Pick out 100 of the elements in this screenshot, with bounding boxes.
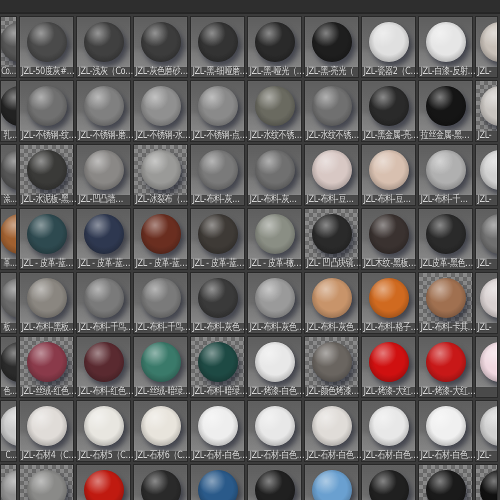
material-name: JZL-黑金属-亮… xyxy=(362,131,418,141)
material-tile[interactable]: JZL - 皮革-蓝… xyxy=(76,208,131,270)
material-tile[interactable]: JZL-不锈钢-磨… xyxy=(76,80,131,142)
material-tile[interactable]: 乳… xyxy=(0,80,17,142)
material-tile[interactable]: JZL- xyxy=(475,80,498,142)
material-name: JZL-石材6（C… xyxy=(134,451,190,461)
material-tile[interactable]: JZL-石材-白色… xyxy=(247,400,302,462)
material-tile[interactable]: JZL-黑-哑光（… xyxy=(247,16,302,78)
material-tile[interactable]: JZL-不锈钢-点… xyxy=(190,80,245,142)
material-tile[interactable]: Co… xyxy=(0,16,17,78)
material-name: JZL-布料-卡其… xyxy=(419,323,476,333)
material-tile[interactable]: JZL- xyxy=(475,144,498,206)
material-tile[interactable]: JZL-不锈钢-纹… xyxy=(19,80,74,142)
material-tile[interactable]: JZL-布料-暗绿… xyxy=(190,336,245,398)
material-tile[interactable]: JZL-石材-白色… xyxy=(190,400,245,462)
material-tile[interactable]: JZL-烤漆-大红… xyxy=(361,336,416,398)
material-tile[interactable]: JZL-黑金属-亮… xyxy=(361,80,416,142)
material-name: JZL- xyxy=(476,451,492,461)
material-tile[interactable]: JZL-布料-灰… xyxy=(190,144,245,206)
material-tile[interactable]: JZL-石材-白色… xyxy=(418,400,473,462)
material-tile[interactable]: JZL-丝绒-红色… xyxy=(19,336,74,398)
material-tile[interactable]: JZL-布料-灰… xyxy=(247,144,302,206)
material-name: JZL-石材-白色… xyxy=(191,451,248,461)
material-tile[interactable]: JZL-白漆-反射… xyxy=(418,16,473,78)
material-tile[interactable]: JZL-石材-白色… xyxy=(304,400,359,462)
material-tile[interactable]: JZL - 皮革-蓝… xyxy=(190,208,245,270)
material-tile[interactable]: JZL- xyxy=(475,400,498,462)
material-tile[interactable]: JZL-颜色烤漆… xyxy=(304,336,359,398)
material-name: JZL-石材-白色… xyxy=(248,451,304,461)
material-name: JZL-水泥板-黑… xyxy=(20,195,76,205)
material-tile[interactable]: JZL-烤漆-大红… xyxy=(418,336,473,398)
material-tile[interactable]: JZL-石材-白色… xyxy=(361,400,416,462)
material-name: JZL-石材-白色… xyxy=(362,451,418,461)
material-tile[interactable]: JZL-布料-红色… xyxy=(76,336,131,398)
material-tile[interactable]: JZL-布料-黑板… xyxy=(19,272,74,334)
material-tile[interactable]: JZL-水纹不锈… xyxy=(304,80,359,142)
material-tile[interactable]: JZL-布料-灰色… xyxy=(247,272,302,334)
material-tile[interactable]: JZL-布料-千鸟… xyxy=(133,272,188,334)
material-tile[interactable]: JZL-冰裂布（… xyxy=(133,144,188,206)
material-name: JZL-布料-灰色… xyxy=(248,323,304,333)
material-name: JZL-布料-千鸟… xyxy=(134,323,190,333)
material-name: JZL-白漆-反射… xyxy=(419,67,476,77)
material-tile[interactable]: JZL木纹-黑板… xyxy=(361,208,416,270)
material-name: JZL-凹凸墙… xyxy=(77,195,124,205)
material-name: JZL - 皮革-橄… xyxy=(248,259,302,269)
material-tile[interactable]: JZL-布料-豆… xyxy=(304,144,359,206)
material-name: JZL-布料-灰色… xyxy=(191,323,248,333)
material-tile[interactable]: JZL-布料-豆… xyxy=(361,144,416,206)
material-name: JZL-石材-白色… xyxy=(419,451,476,461)
material-name: JZL-丝绒-暗绿… xyxy=(134,387,190,397)
material-name: JZL-不锈钢-水… xyxy=(134,131,190,141)
material-tile[interactable]: JZL-黑-细哑磨… xyxy=(190,16,245,78)
material-tile[interactable]: JZL-水纹不锈… xyxy=(247,80,302,142)
material-tile[interactable]: JZL-烤漆-白色… xyxy=(247,336,302,398)
material-tile[interactable]: JZL - 皮革-蓝… xyxy=(19,208,74,270)
material-tile[interactable]: JZL- xyxy=(475,16,498,78)
material-tile[interactable]: JZL- xyxy=(475,272,498,334)
material-tile[interactable]: JZL - 皮革-橄… xyxy=(247,208,302,270)
material-tile[interactable]: JZL-凹凸墙… xyxy=(76,144,131,206)
material-tile[interactable]: JZL-黑-亮光（ xyxy=(304,16,359,78)
material-name: JZL- xyxy=(476,259,492,269)
material-tile[interactable]: JZL-不锈钢-水… xyxy=(133,80,188,142)
material-name: Co… xyxy=(2,67,16,77)
material-tile[interactable]: JZL-浅灰（Co… xyxy=(76,16,131,78)
material-tile[interactable]: JZL-布料-灰色… xyxy=(304,272,359,334)
material-name: 乳… xyxy=(3,131,16,141)
material-name: JZL皮革-黑色… xyxy=(419,259,473,269)
material-tile[interactable]: JZL-布料-千鸟… xyxy=(76,272,131,334)
material-tile[interactable]: JZL-布料-格子… xyxy=(361,272,416,334)
material-tile[interactable]: JZL-布料-千… xyxy=(418,144,473,206)
material-tile[interactable]: JZL-石材5（C… xyxy=(76,400,131,462)
material-name: JZL-石材-白色… xyxy=(305,451,362,461)
material-tile[interactable]: 革… xyxy=(0,208,17,270)
material-tile[interactable]: JZL-布料-灰色… xyxy=(190,272,245,334)
material-name: JZL-水纹不锈… xyxy=(248,131,302,141)
material-tile[interactable] xyxy=(475,336,498,398)
material-name: JZL - 皮革-蓝… xyxy=(134,259,188,269)
material-tile[interactable]: C… xyxy=(0,400,17,462)
material-tile[interactable]: 涂… xyxy=(0,144,17,206)
material-tile[interactable]: JZL-灰色磨砂… xyxy=(133,16,188,78)
material-tile[interactable]: 色… xyxy=(0,336,17,398)
material-tile[interactable]: JZL-石材6（C… xyxy=(133,400,188,462)
material-tile[interactable]: JZL- xyxy=(475,208,498,270)
material-tile[interactable]: JZL - 皮革-蓝… xyxy=(133,208,188,270)
material-name: JZL-50度灰#… xyxy=(20,67,74,77)
material-tile[interactable]: 板… xyxy=(0,272,17,334)
material-tile[interactable]: JZL皮革-黑色… xyxy=(418,208,473,270)
material-name: JZL-烤漆-白色… xyxy=(248,387,304,397)
material-name: JZL- xyxy=(476,131,492,141)
material-tile[interactable]: JZL-石材4（C… xyxy=(19,400,74,462)
material-name: 革… xyxy=(3,259,16,269)
material-name: JZL-丝绒-红色… xyxy=(20,387,76,397)
material-tile[interactable]: 拉丝金属-黑… xyxy=(418,80,473,142)
material-tile[interactable]: JZL-瓷器2（C… xyxy=(361,16,416,78)
material-tile[interactable]: JZL- 凹凸块镜… xyxy=(304,208,359,270)
material-tile[interactable]: JZL-布料-卡其… xyxy=(418,272,473,334)
material-tile[interactable]: JZL-50度灰#… xyxy=(19,16,74,78)
material-tile[interactable]: JZL-水泥板-黑… xyxy=(19,144,74,206)
material-name: JZL - 皮革-蓝… xyxy=(191,259,244,269)
material-tile[interactable]: JZL-丝绒-暗绿… xyxy=(133,336,188,398)
